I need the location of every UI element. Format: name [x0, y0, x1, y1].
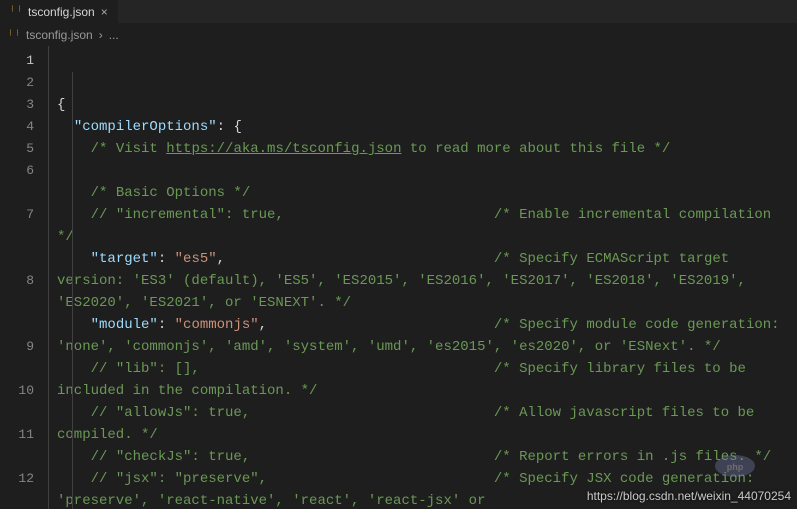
breadcrumb-file: tsconfig.json: [26, 28, 93, 42]
breadcrumb-separator: ›: [99, 28, 103, 42]
comment: // "incremental": true, /* Enable increm…: [57, 207, 780, 245]
comment: // "checkJs": true, /* Report errors in …: [91, 449, 772, 465]
line-number: 3: [0, 94, 34, 116]
code-content[interactable]: { "compilerOptions": { /* Visit https://…: [48, 46, 797, 509]
json-key: "target": [91, 251, 158, 267]
line-number-gutter: 1 2 3 4 5 6 7 8 9 10 11 12: [0, 46, 48, 509]
line-number: 6: [0, 160, 34, 204]
svg-text:php: php: [727, 462, 744, 472]
breadcrumb-rest: ...: [109, 28, 119, 42]
json-string: "commonjs": [175, 317, 259, 333]
breadcrumb[interactable]: tsconfig.json › ...: [0, 24, 797, 46]
json-file-icon: [10, 4, 22, 19]
line-number: 5: [0, 138, 34, 160]
comment: /* Basic Options */: [91, 185, 251, 201]
line-number: 8: [0, 270, 34, 336]
code-editor[interactable]: 1 2 3 4 5 6 7 8 9 10 11 12 { "compilerOp…: [0, 46, 797, 509]
comment: // "allowJs": true, /* Allow javascript …: [57, 405, 763, 443]
tab-filename: tsconfig.json: [28, 5, 95, 19]
config-link[interactable]: https://aka.ms/tsconfig.json: [166, 141, 401, 157]
indent-guide: [72, 72, 73, 509]
json-key: "module": [91, 317, 158, 333]
comment: // "lib": [], /* Specify library files t…: [57, 361, 754, 399]
json-file-icon: [8, 28, 20, 43]
line-number: 1: [0, 50, 34, 72]
line-number: 9: [0, 336, 34, 380]
line-number: 11: [0, 424, 34, 468]
close-icon[interactable]: ×: [101, 5, 108, 19]
line-number: 10: [0, 380, 34, 424]
line-number: 2: [0, 72, 34, 94]
code-token: {: [57, 97, 65, 113]
editor-tab[interactable]: tsconfig.json ×: [0, 0, 118, 23]
comment: /* Visit https://aka.ms/tsconfig.json to…: [91, 141, 671, 157]
php-badge-icon: php: [713, 454, 757, 483]
watermark-text: https://blog.csdn.net/weixin_44070254: [587, 489, 791, 503]
line-number: 12: [0, 468, 34, 509]
line-number: 4: [0, 116, 34, 138]
line-number: 7: [0, 204, 34, 270]
json-key: "compilerOptions": [74, 119, 217, 135]
tab-bar: tsconfig.json ×: [0, 0, 797, 24]
json-string: "es5": [175, 251, 217, 267]
